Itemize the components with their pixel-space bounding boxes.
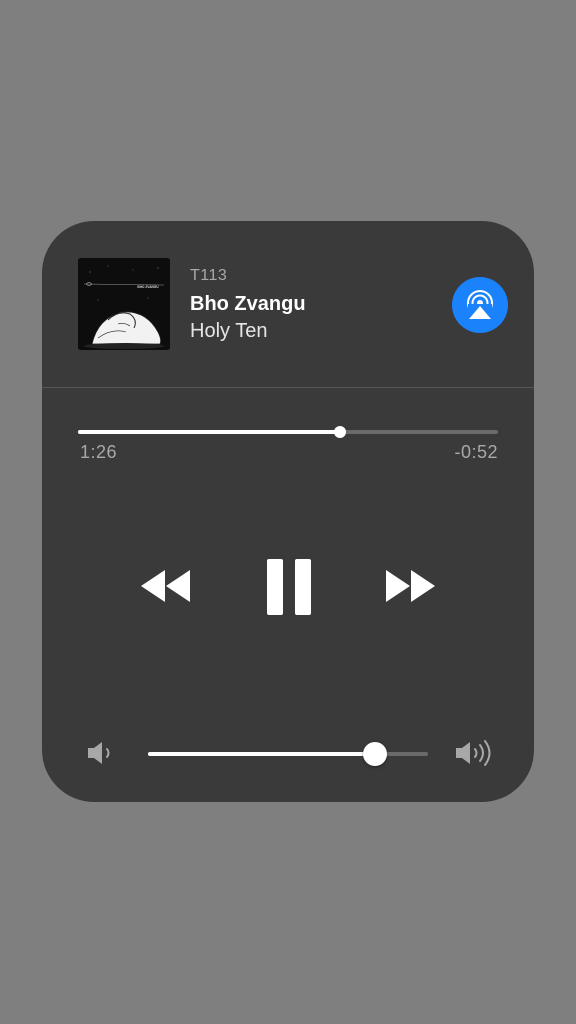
volume-fill bbox=[148, 752, 375, 756]
track-info: T113 Bho Zvangu Holy Ten bbox=[190, 267, 306, 343]
remaining-time: -0:52 bbox=[454, 442, 498, 462]
fast-forward-button[interactable] bbox=[383, 568, 437, 604]
album-art-caption: BHO ZVANGU bbox=[137, 285, 159, 289]
now-playing-card: BHO ZVANGU T113 Bho Zvangu Holy Ten 1:26… bbox=[42, 221, 534, 802]
rewind-button[interactable] bbox=[139, 568, 193, 604]
track-artist: Holy Ten bbox=[190, 320, 268, 342]
rewind-icon bbox=[141, 570, 190, 602]
airplay-icon bbox=[467, 290, 493, 322]
volume-low-icon bbox=[86, 739, 116, 767]
airplay-button[interactable] bbox=[452, 277, 508, 333]
divider bbox=[42, 387, 534, 388]
pause-button[interactable] bbox=[266, 559, 312, 615]
album-art[interactable]: BHO ZVANGU bbox=[78, 258, 170, 350]
volume-slider[interactable] bbox=[148, 742, 428, 766]
progress-slider[interactable] bbox=[78, 425, 498, 439]
track-title: Bho Zvangu bbox=[190, 293, 306, 315]
volume-high-icon bbox=[454, 737, 498, 769]
fast-forward-icon bbox=[386, 570, 435, 602]
progress-fill bbox=[78, 430, 340, 434]
source-label: T113 bbox=[190, 267, 228, 284]
volume-knob[interactable] bbox=[362, 742, 387, 766]
elapsed-time: 1:26 bbox=[80, 442, 118, 462]
progress-knob[interactable] bbox=[333, 426, 346, 438]
now-playing-header: BHO ZVANGU T113 Bho Zvangu Holy Ten bbox=[42, 221, 534, 387]
pause-icon bbox=[267, 559, 311, 615]
